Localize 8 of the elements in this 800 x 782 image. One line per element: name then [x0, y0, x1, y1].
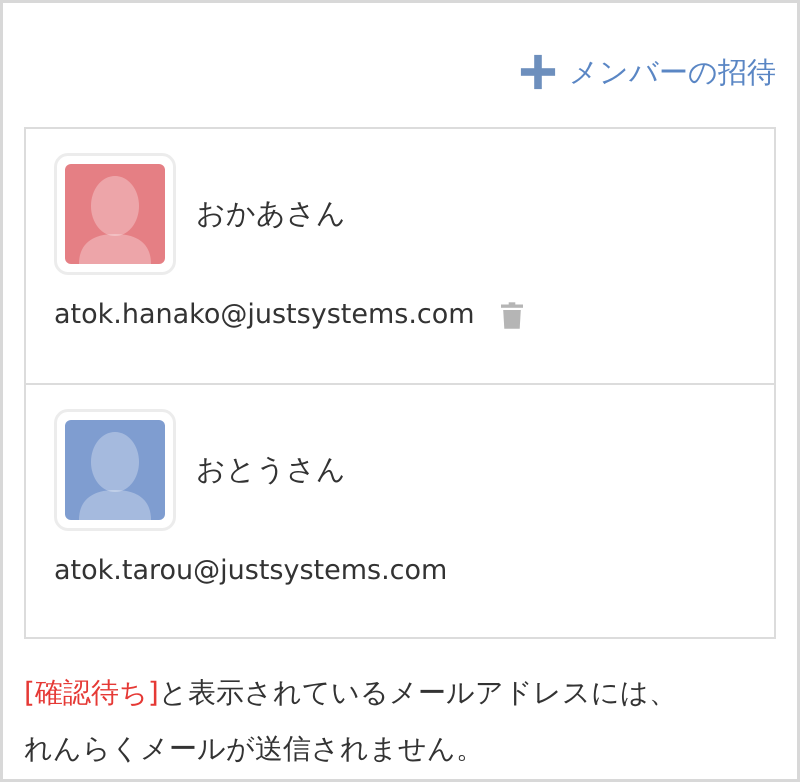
member-email: atok.tarou@justsystems.com [54, 554, 448, 588]
member-name: おかあさん [196, 195, 346, 232]
member-email: atok.hanako@justsystems.com [54, 298, 475, 332]
member-name: おとうさん [196, 451, 346, 488]
invite-member-link[interactable]: メンバーの招待 [519, 53, 776, 91]
trash-icon[interactable] [500, 302, 523, 329]
confirmation-note: [確認待ち]と表示されているメールアドレスには、れんらくメールが送信されません。 [24, 675, 678, 767]
plus-icon [519, 53, 557, 91]
